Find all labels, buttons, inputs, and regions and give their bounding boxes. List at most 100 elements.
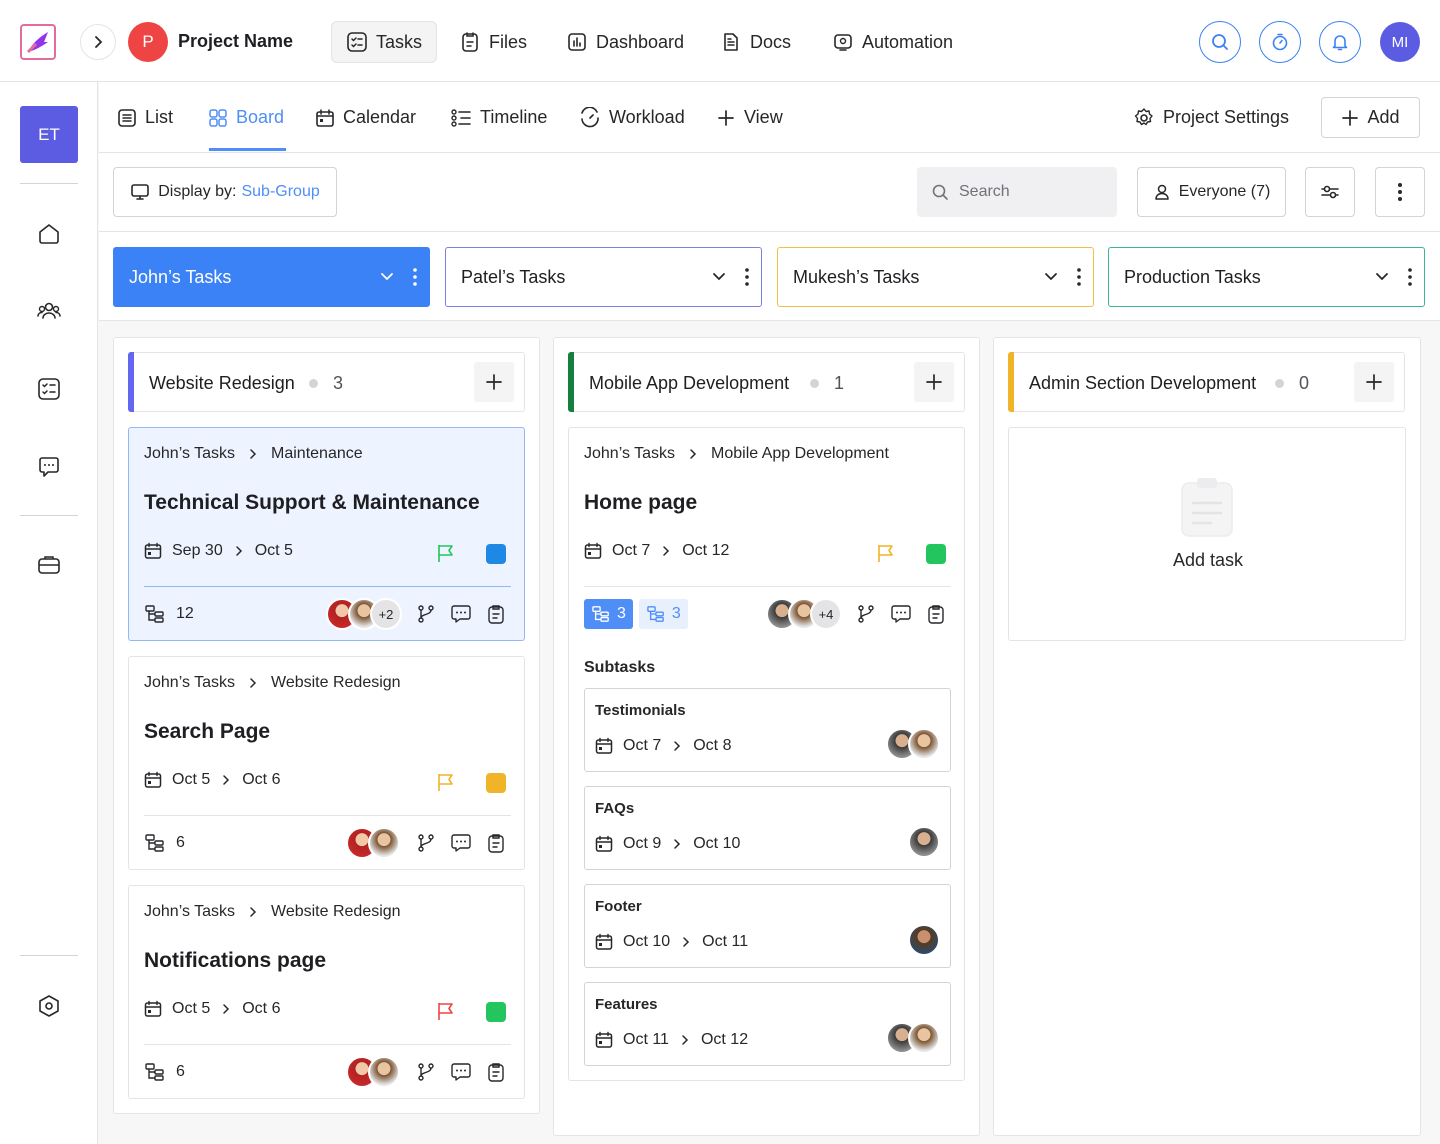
subtask-card[interactable]: Testimonials Oct 7 Oct 8 bbox=[584, 688, 951, 772]
chevron-down-icon[interactable] bbox=[711, 269, 727, 285]
subtask-toggle-chip[interactable]: 3 bbox=[584, 599, 633, 629]
nav-docs[interactable]: Docs bbox=[706, 21, 805, 63]
comment-icon[interactable] bbox=[890, 604, 912, 624]
assignee-avatars[interactable] bbox=[346, 1056, 400, 1088]
clipboard-icon[interactable] bbox=[486, 604, 506, 624]
breadcrumb-parent[interactable]: John’s Tasks bbox=[144, 903, 235, 921]
subtask-dates[interactable]: Oct 10 Oct 11 bbox=[595, 933, 748, 951]
breadcrumb-child[interactable]: Website Redesign bbox=[271, 674, 401, 692]
chevron-down-icon[interactable] bbox=[1043, 269, 1059, 285]
assignee-avatars[interactable] bbox=[886, 728, 940, 760]
subtask-dates[interactable]: Oct 7 Oct 8 bbox=[595, 737, 731, 755]
empty-column-placeholder[interactable]: Add task bbox=[1008, 427, 1406, 641]
comment-icon[interactable] bbox=[450, 1062, 472, 1082]
task-dates[interactable]: Oct 5 Oct 6 bbox=[144, 771, 280, 789]
chevron-down-icon[interactable] bbox=[379, 269, 395, 285]
task-title[interactable]: Technical Support & Maintenance bbox=[144, 491, 480, 515]
breadcrumb-child[interactable]: Mobile App Development bbox=[711, 445, 889, 463]
project-avatar[interactable]: P bbox=[128, 22, 168, 62]
assignee-avatars[interactable] bbox=[908, 826, 940, 858]
add-task-button[interactable] bbox=[1354, 362, 1394, 402]
status-indicator[interactable] bbox=[486, 773, 506, 793]
project-settings-button[interactable]: Project Settings bbox=[1133, 82, 1289, 153]
task-card[interactable]: John’s Tasks Website Redesign Notificati… bbox=[128, 885, 525, 1099]
breadcrumb-parent[interactable]: John’s Tasks bbox=[144, 674, 235, 692]
add-view-button[interactable]: View bbox=[716, 82, 783, 153]
more-options-button[interactable] bbox=[1375, 167, 1425, 217]
branch-icon[interactable] bbox=[416, 833, 436, 853]
display-by-dropdown[interactable]: Display by: Sub-Group bbox=[113, 167, 337, 217]
assignee-avatars[interactable]: +4 bbox=[766, 598, 842, 630]
comment-icon[interactable] bbox=[450, 604, 472, 624]
status-indicator[interactable] bbox=[486, 544, 506, 564]
chevron-down-icon[interactable] bbox=[1374, 269, 1390, 285]
tab-board[interactable]: Board bbox=[208, 82, 284, 153]
clipboard-icon[interactable] bbox=[486, 833, 506, 853]
subtask-count[interactable]: 6 bbox=[144, 833, 185, 853]
subtask-completed-chip[interactable]: 3 bbox=[638, 599, 688, 629]
branch-icon[interactable] bbox=[416, 604, 436, 624]
sidebar-item-briefcase[interactable] bbox=[36, 552, 62, 578]
task-dates[interactable]: Oct 7 Oct 12 bbox=[584, 542, 729, 560]
task-card[interactable]: John’s Tasks Maintenance Technical Suppo… bbox=[128, 427, 525, 641]
tab-calendar[interactable]: Calendar bbox=[315, 82, 416, 153]
priority-flag-icon[interactable] bbox=[435, 771, 457, 793]
search-button[interactable] bbox=[1199, 21, 1241, 63]
project-name[interactable]: Project Name bbox=[178, 31, 293, 52]
breadcrumb-parent[interactable]: John’s Tasks bbox=[144, 445, 235, 463]
task-title[interactable]: Home page bbox=[584, 491, 697, 515]
branch-icon[interactable] bbox=[416, 1062, 436, 1082]
clipboard-icon[interactable] bbox=[486, 1062, 506, 1082]
task-dates[interactable]: Sep 30 Oct 5 bbox=[144, 542, 293, 560]
more-vertical-icon[interactable] bbox=[745, 268, 749, 286]
assignee-avatars[interactable] bbox=[908, 924, 940, 956]
priority-flag-icon[interactable] bbox=[875, 542, 897, 564]
task-title[interactable]: Search Page bbox=[144, 720, 270, 744]
tab-workload[interactable]: Workload bbox=[579, 82, 685, 153]
subtask-dates[interactable]: Oct 9 Oct 10 bbox=[595, 835, 740, 853]
group-tab-mukesh[interactable]: Mukesh’s Tasks bbox=[777, 247, 1094, 307]
subtask-dates[interactable]: Oct 11 Oct 12 bbox=[595, 1031, 748, 1049]
sidebar-item-team[interactable] bbox=[36, 298, 62, 324]
search-input[interactable]: Search bbox=[917, 167, 1117, 217]
more-vertical-icon[interactable] bbox=[1077, 268, 1081, 286]
nav-automation[interactable]: Automation bbox=[818, 21, 967, 63]
user-avatar[interactable]: MI bbox=[1380, 22, 1420, 62]
assignee-avatars[interactable]: +2 bbox=[326, 598, 402, 630]
status-indicator[interactable] bbox=[486, 1002, 506, 1022]
task-dates[interactable]: Oct 5 Oct 6 bbox=[144, 1000, 280, 1018]
clipboard-icon[interactable] bbox=[926, 604, 946, 624]
tab-list[interactable]: List bbox=[117, 82, 173, 153]
status-indicator[interactable] bbox=[926, 544, 946, 564]
subtask-card[interactable]: FAQs Oct 9 Oct 10 bbox=[584, 786, 951, 870]
add-task-button[interactable] bbox=[914, 362, 954, 402]
add-button[interactable]: Add bbox=[1321, 97, 1420, 138]
task-card[interactable]: John’s Tasks Website Redesign Search Pag… bbox=[128, 656, 525, 870]
assignee-avatars[interactable] bbox=[886, 1022, 940, 1054]
breadcrumb-parent[interactable]: John’s Tasks bbox=[584, 445, 675, 463]
expand-sidebar-button[interactable] bbox=[80, 24, 116, 60]
add-task-label[interactable]: Add task bbox=[1009, 550, 1407, 571]
task-title[interactable]: Notifications page bbox=[144, 949, 326, 973]
workspace-badge[interactable]: ET bbox=[20, 106, 78, 163]
priority-flag-icon[interactable] bbox=[435, 542, 457, 564]
subtask-count[interactable]: 12 bbox=[144, 604, 194, 624]
sidebar-item-settings[interactable] bbox=[36, 993, 62, 1019]
app-logo[interactable] bbox=[20, 24, 56, 60]
nav-dashboard[interactable]: Dashboard bbox=[552, 21, 698, 63]
notifications-button[interactable] bbox=[1319, 21, 1361, 63]
assignee-avatars[interactable] bbox=[346, 827, 400, 859]
breadcrumb-child[interactable]: Maintenance bbox=[271, 445, 363, 463]
branch-icon[interactable] bbox=[856, 604, 876, 624]
everyone-filter[interactable]: Everyone (7) bbox=[1137, 167, 1286, 217]
subtask-card[interactable]: Features Oct 11 Oct 12 bbox=[584, 982, 951, 1066]
nav-tasks[interactable]: Tasks bbox=[331, 21, 438, 63]
sidebar-item-chat[interactable] bbox=[36, 454, 62, 480]
subtask-count[interactable]: 6 bbox=[144, 1062, 185, 1082]
task-card[interactable]: John’s Tasks Mobile App Development Home… bbox=[568, 427, 965, 1081]
subtask-card[interactable]: Footer Oct 10 Oct 11 bbox=[584, 884, 951, 968]
comment-icon[interactable] bbox=[450, 833, 472, 853]
group-tab-patel[interactable]: Patel’s Tasks bbox=[445, 247, 762, 307]
add-task-button[interactable] bbox=[474, 362, 514, 402]
tab-timeline[interactable]: Timeline bbox=[450, 82, 547, 153]
